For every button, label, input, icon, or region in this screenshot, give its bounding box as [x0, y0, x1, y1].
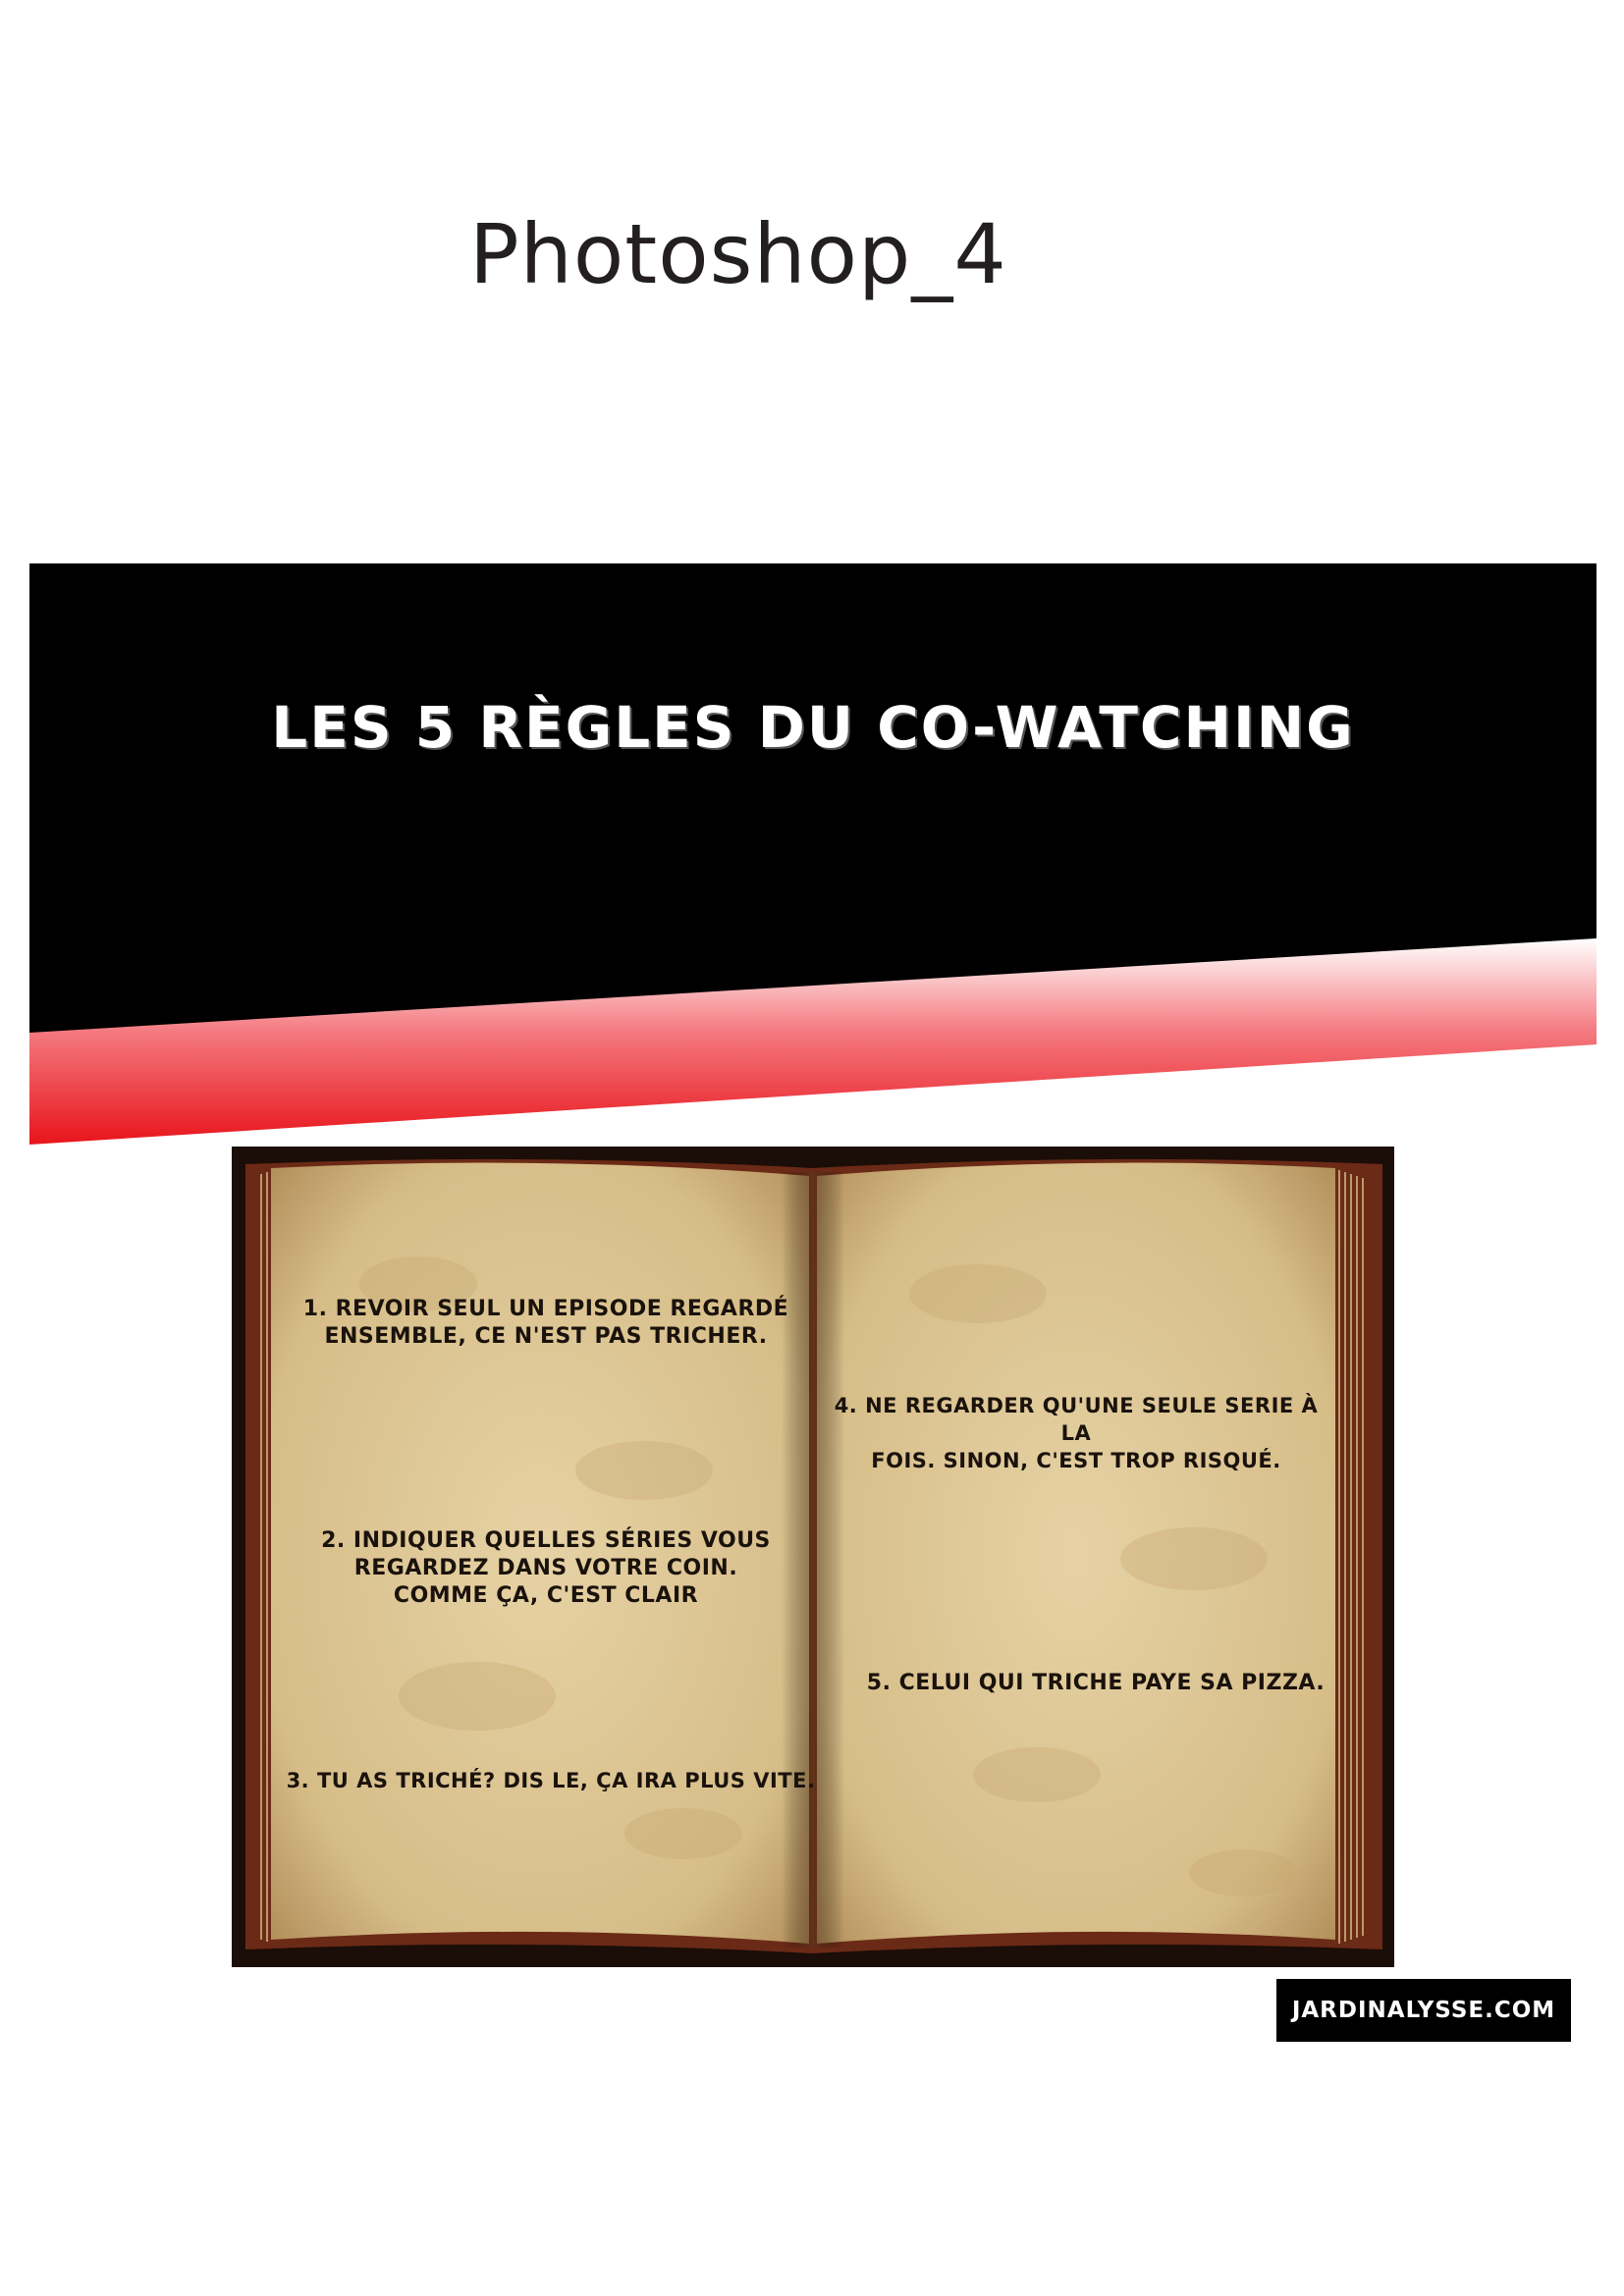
document-title: Photoshop_4 — [469, 206, 1007, 302]
rule-2-line-2: regardez dans votre coin. — [353, 1556, 738, 1580]
rule-1-line-2: ensemble, ce n'est pas tricher. — [324, 1324, 768, 1349]
rule-5: 5. Celui qui triche paye sa pizza. — [860, 1670, 1331, 1697]
rule-4-line-2: fois. Sinon, c'est trop risqué. — [871, 1449, 1281, 1472]
banner-title: Les 5 règles du co-watching — [271, 694, 1355, 761]
rule-2-line-1: 2. Indiquer quelles séries vous — [321, 1528, 771, 1553]
site-badge-text: Jardinalysse.com — [1291, 1998, 1556, 2023]
header-banner: Les 5 règles du co-watching — [29, 563, 1597, 1145]
site-badge: Jardinalysse.com — [1276, 1979, 1571, 2042]
rule-3-line-1: 3. Tu as triché? Dis le, ça ira plus vit… — [286, 1769, 816, 1792]
rule-2-line-3: Comme ça, c'est clair — [393, 1583, 699, 1608]
rule-1-line-1: 1. Revoir seul un episode regardé — [302, 1297, 789, 1321]
open-book-image: 1. Revoir seul un episode regardé ensemb… — [232, 1147, 1394, 1967]
rule-3: 3. Tu as triché? Dis le, ça ira plus vit… — [281, 1767, 821, 1794]
rule-5-line-1: 5. Celui qui triche paye sa pizza. — [866, 1671, 1326, 1695]
rule-4-line-1: 4. Ne regarder qu'une seule serie à la — [834, 1394, 1319, 1445]
rule-4: 4. Ne regarder qu'une seule serie à la f… — [821, 1392, 1331, 1474]
rule-2: 2. Indiquer quelles séries vous regardez… — [291, 1527, 801, 1610]
rule-1: 1. Revoir seul un episode regardé ensemb… — [291, 1296, 801, 1351]
banner-graphic — [29, 563, 1597, 1145]
